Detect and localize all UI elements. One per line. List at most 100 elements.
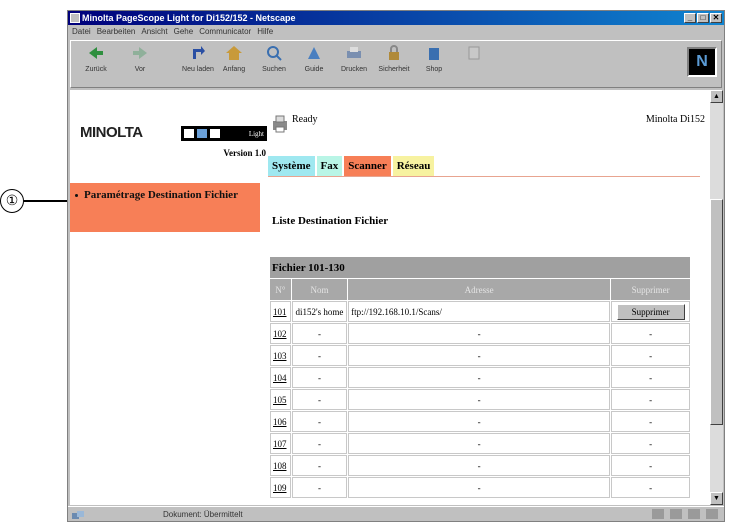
tray-news-icon [688, 509, 700, 519]
header-number: N° [270, 279, 291, 300]
scroll-down-icon[interactable]: ▼ [710, 492, 723, 505]
row-delete-cell: - [611, 433, 690, 454]
brand-name: MINOLTA [80, 124, 143, 141]
menu-file[interactable]: Datei [72, 25, 91, 39]
window-controls: _ □ ✕ [684, 13, 722, 23]
shop-icon [425, 45, 443, 61]
tab-scanner[interactable]: Scanner [344, 156, 391, 176]
shop-button[interactable]: Shop [417, 45, 451, 81]
maximize-button[interactable]: □ [697, 13, 709, 23]
row-address: - [348, 455, 611, 476]
row-number-link[interactable]: 103 [270, 345, 291, 366]
print-button[interactable]: Drucken [337, 45, 371, 81]
menu-view[interactable]: Ansicht [141, 25, 167, 39]
row-name: di152's home [291, 301, 348, 322]
guide-button[interactable]: Guide [297, 45, 331, 81]
row-address: - [348, 389, 611, 410]
header-delete: Supprimer [611, 279, 690, 300]
search-icon [265, 45, 283, 61]
callout-1: ① [0, 189, 72, 213]
stop-button[interactable] [457, 45, 491, 81]
row-delete-cell: - [611, 367, 690, 388]
tab-fax[interactable]: Fax [316, 156, 343, 176]
tab-divider [268, 176, 700, 177]
back-button[interactable]: Zurück [79, 45, 113, 81]
home-button[interactable]: Anfang [217, 45, 251, 81]
callout-number: ① [0, 189, 24, 213]
row-number-link[interactable]: 107 [270, 433, 291, 454]
row-address: - [348, 367, 611, 388]
row-delete-cell: - [611, 345, 690, 366]
row-number-link[interactable]: 106 [270, 411, 291, 432]
row-number-link[interactable]: 108 [270, 455, 291, 476]
tray-composer-icon [706, 509, 718, 519]
callout-leader-line [24, 200, 70, 202]
row-delete-cell: - [611, 323, 690, 344]
navigation-toolbar: Zurück Vor Neu laden Anfang Suchen Guide… [70, 40, 722, 88]
security-button[interactable]: Sicherheit [377, 45, 411, 81]
row-delete-cell: - [611, 477, 690, 498]
table-row: 103 - - - [270, 345, 690, 366]
status-text: Dokument: Übermittelt [163, 510, 243, 519]
menu-go[interactable]: Gehe [174, 25, 194, 39]
row-number-link[interactable]: 102 [270, 323, 291, 344]
section-title: Liste Destination Fichier [272, 215, 389, 227]
range-label: Fichier 101-130 [270, 257, 690, 278]
tab-system[interactable]: Système [268, 156, 315, 176]
table-row: 102 - - - [270, 323, 690, 344]
search-button[interactable]: Suchen [257, 45, 291, 81]
row-address: - [348, 477, 611, 498]
product-tag: Light [248, 129, 264, 138]
row-number-link[interactable]: 101 [270, 301, 291, 322]
range-row: Fichier 101-130 [270, 257, 690, 278]
row-name: - [291, 433, 348, 454]
scroll-up-icon[interactable]: ▲ [710, 90, 723, 103]
device-status: Ready [292, 114, 318, 125]
row-name: - [291, 367, 348, 388]
row-address: - [348, 433, 611, 454]
close-button[interactable]: ✕ [710, 13, 722, 23]
table-row: 101 di152's home ftp://192.168.10.1/Scan… [270, 301, 690, 322]
browser-window: Minolta PageScope Light for Di152/152 - … [67, 10, 725, 522]
category-tabs: Système Fax Scanner Réseau [268, 156, 435, 176]
stop-icon [465, 45, 483, 61]
row-name: - [291, 477, 348, 498]
page-content: MINOLTA Light Version 1.0 Paramétrage De… [70, 90, 710, 505]
reload-button[interactable]: Neu laden [181, 45, 215, 81]
row-address: - [348, 345, 611, 366]
status-bar: Dokument: Übermittelt [68, 506, 724, 521]
window-titlebar: Minolta PageScope Light for Di152/152 - … [68, 11, 724, 25]
delete-button[interactable]: Supprimer [616, 303, 685, 320]
menu-communicator[interactable]: Communicator [199, 25, 251, 39]
app-icon [70, 13, 80, 23]
minimize-button[interactable]: _ [684, 13, 696, 23]
table-row: 104 - - - [270, 367, 690, 388]
header-row: N° Nom Adresse Supprimer [270, 279, 690, 300]
menu-help[interactable]: Hilfe [257, 25, 273, 39]
row-name: - [291, 345, 348, 366]
vertical-scrollbar[interactable]: ▲ ▼ [710, 90, 723, 505]
row-number-link[interactable]: 109 [270, 477, 291, 498]
window-title: Minolta PageScope Light for Di152/152 - … [82, 13, 296, 23]
pagescope-logo: Light [181, 126, 267, 141]
table-row: 106 - - - [270, 411, 690, 432]
row-address: - [348, 323, 611, 344]
menu-bar: Datei Bearbeiten Ansicht Gehe Communicat… [68, 25, 724, 39]
row-number-link[interactable]: 104 [270, 367, 291, 388]
table-row: 109 - - - [270, 477, 690, 498]
sidebar-item-file-destination[interactable]: Paramétrage Destination Fichier [70, 183, 260, 232]
table-row: 105 - - - [270, 389, 690, 410]
row-number-link[interactable]: 105 [270, 389, 291, 410]
tray-security-icon [652, 509, 664, 519]
menu-edit[interactable]: Bearbeiten [97, 25, 136, 39]
table-row: 107 - - - [270, 433, 690, 454]
guide-icon [305, 45, 323, 61]
row-address: - [348, 411, 611, 432]
scroll-thumb[interactable] [710, 199, 723, 425]
row-delete-cell: - [611, 455, 690, 476]
row-address: ftp://192.168.10.1/Scans/ [348, 301, 611, 322]
forward-button[interactable]: Vor [123, 45, 157, 81]
connection-icon [72, 510, 84, 519]
tab-network[interactable]: Réseau [392, 156, 435, 176]
device-model: Minolta Di152 [645, 114, 705, 125]
